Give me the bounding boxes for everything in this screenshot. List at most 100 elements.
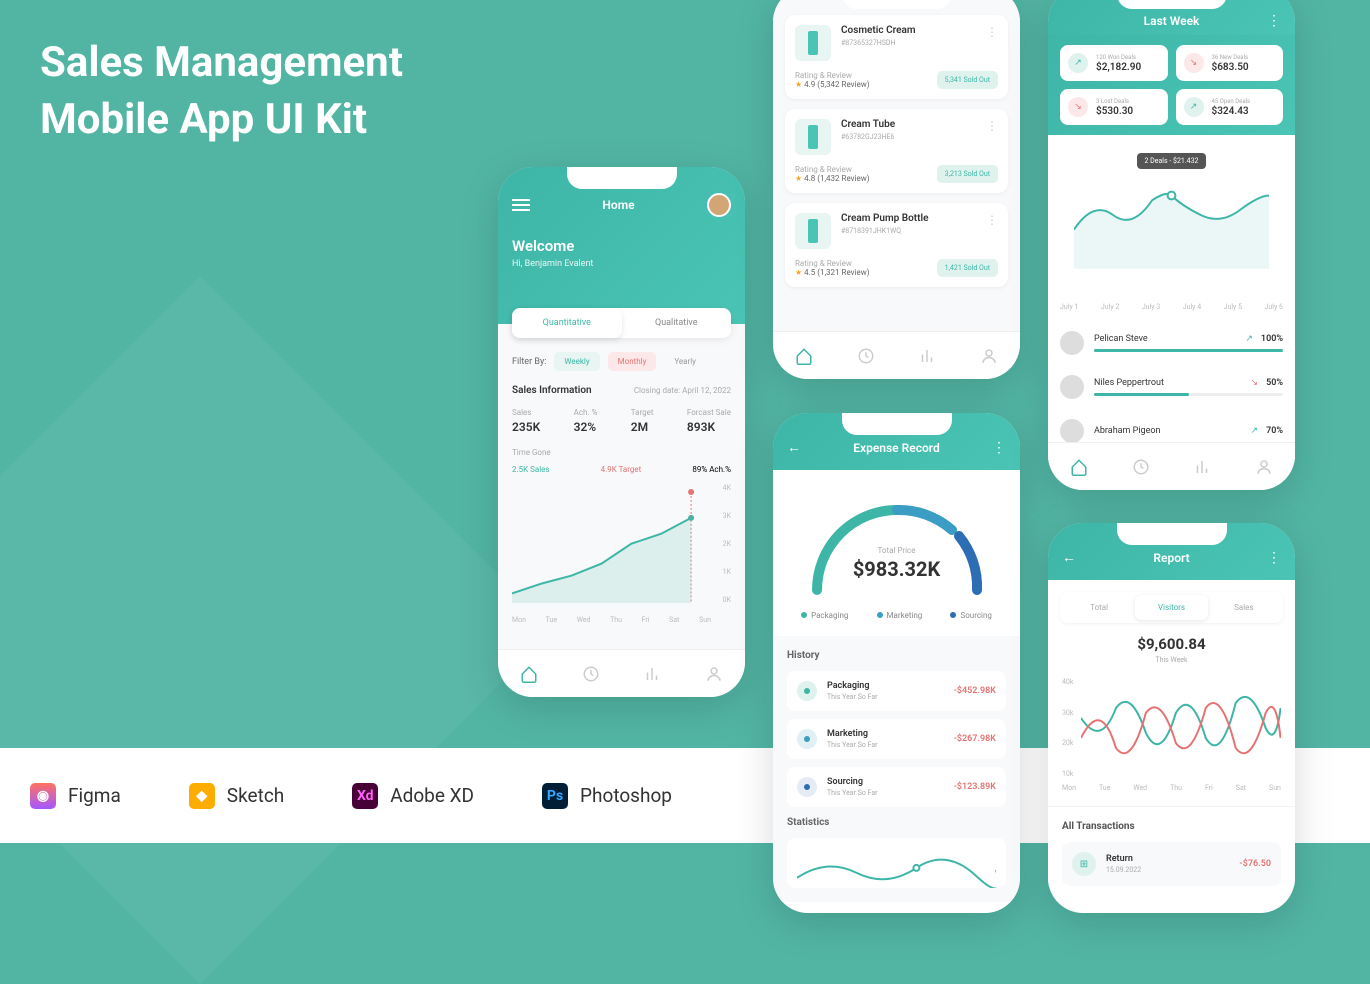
tab-quantitative[interactable]: Quantitative [512,308,622,338]
progress-target: 4.9K Target [601,465,642,474]
chart-icon[interactable] [918,347,936,365]
deal-label: 3 Lost Deals [1096,98,1133,105]
person-row[interactable]: Niles Peppertrout↘50% [1060,365,1283,409]
tool-xd: XdAdobe XD [352,783,474,809]
deal-label: 45 Open Deals [1212,98,1251,105]
history-item[interactable]: PackagingThis Year So Far-$452.98K [787,671,1006,711]
filter-label: Filter By: [512,357,546,367]
user-icon[interactable] [980,347,998,365]
chart-icon[interactable] [1193,458,1211,476]
person-pct: 100% [1261,334,1283,344]
time-gone-label: Time Gone [512,448,731,457]
history-amount: -$267.98K [954,734,996,744]
phone-deals: Last Week ⋮ ↗120 Won Deals$2,182.90 ↘36 … [1048,0,1295,490]
bottom-nav [498,649,745,697]
trans-amount: -$76.50 [1239,859,1271,869]
history-item[interactable]: SourcingThis Year So Far-$123.89K [787,767,1006,807]
trans-label: All Transactions [1062,821,1281,832]
tool-sketch: ◆Sketch [189,783,284,809]
filter-weekly[interactable]: Weekly [554,352,599,371]
person-avatar [1060,331,1084,355]
report-value: $9,600.84 [1062,635,1281,653]
product-name: Cosmetic Cream [841,25,916,36]
arrow-down-icon: ↘ [1068,97,1088,117]
tab-visitors[interactable]: Visitors [1135,595,1207,620]
more-icon[interactable]: ⋮ [1267,13,1281,29]
tab-sales[interactable]: Sales [1208,595,1280,620]
chart-icon[interactable] [643,665,661,683]
tab-total[interactable]: Total [1063,595,1135,620]
home-icon[interactable] [1070,458,1088,476]
return-icon: ⊞ [1072,852,1096,876]
filter-monthly[interactable]: Monthly [608,352,657,371]
stat-label: Target [631,408,654,417]
product-card[interactable]: Cosmetic Cream#87365327HSDH⋮ Rating & Re… [785,15,1008,99]
deal-card[interactable]: ↘36 New Deals$683.50 [1176,45,1284,81]
expense-header: ← Expense Record ⋮ [773,413,1020,470]
rating-text: Rating & Review★ 4.9 (5,342 Review) [795,71,870,89]
stat-value: 32% [574,420,598,434]
user-icon[interactable] [705,665,723,683]
clock-icon[interactable] [1132,458,1150,476]
person-avatar [1060,419,1084,443]
product-name: Cream Tube [841,119,895,130]
page-title: Report [1153,551,1189,565]
deal-card[interactable]: ↗45 Open Deals$324.43 [1176,89,1284,125]
stat-value: 2M [631,420,654,434]
deal-value: $683.50 [1212,62,1249,73]
history-name: Marketing [827,729,944,739]
deal-value: $530.30 [1096,106,1133,117]
avatar[interactable] [707,193,731,217]
deal-label: 120 Won Deals [1096,54,1141,61]
deal-card[interactable]: ↗120 Won Deals$2,182.90 [1060,45,1168,81]
person-pct: 50% [1266,378,1283,388]
product-image [795,119,831,155]
arrow-up-icon: ↗ [1068,53,1088,73]
welcome-text: Welcome [512,237,731,255]
arrow-up-icon: ↗ [1184,97,1204,117]
product-card[interactable]: Cream Pump Bottle#8718391JHK1WQ⋮ Rating … [785,203,1008,287]
arrow-up-icon: ↗ [1245,334,1253,344]
home-header: Home Welcome Hi, Benjamin Evalent Quanti… [498,167,745,324]
greeting-text: Hi, Benjamin Evalent [512,259,731,269]
history-sub: This Year So Far [827,693,944,701]
trans-item[interactable]: ⊞ Return15.09.2022 -$76.50 [1062,842,1281,886]
person-row[interactable]: Pelican Steve ↗ 100% [1060,321,1283,365]
rating-text: Rating & Review★ 4.8 (1,432 Review) [795,165,870,183]
sketch-icon: ◆ [189,783,215,809]
page-title: Home [602,198,634,212]
back-icon[interactable]: ← [787,439,801,456]
clock-icon[interactable] [857,347,875,365]
person-name: Pelican Steve [1094,334,1237,344]
stat-label: Ach. % [574,408,598,417]
filter-yearly[interactable]: Yearly [664,352,706,371]
back-icon[interactable]: ← [1062,549,1076,566]
home-icon[interactable] [795,347,813,365]
product-name: Cream Pump Bottle [841,213,928,224]
more-dots-icon[interactable]: ⋮ [986,25,998,61]
deal-card[interactable]: ↘ 3 Lost Deals$530.30 [1060,89,1168,125]
clock-icon[interactable] [582,665,600,683]
stat-value: 235K [512,420,540,434]
history-sub: This Year So Far [827,741,944,749]
product-card[interactable]: Cream Tube#63782GJ23HE6⋮ Rating & Review… [785,109,1008,193]
xd-icon: Xd [352,783,378,809]
history-item[interactable]: Marketing This Year So Far -$267.98K [787,719,1006,759]
legend-item: Sourcing [950,611,991,620]
tab-qualitative[interactable]: Qualitative [622,308,732,338]
progress-ach: 89% Ach.% [692,465,731,474]
bottom-nav [1048,442,1295,490]
trans-name: Return [1106,854,1141,864]
more-icon[interactable]: ⋮ [1267,550,1281,566]
home-icon[interactable] [520,665,538,683]
stat-label: Forcast Sale [687,408,731,417]
more-dots-icon[interactable]: ⋮ [986,119,998,155]
more-dots-icon[interactable]: ⋮ [986,213,998,249]
history-sub: This Year So Far [827,789,944,797]
sales-info-label: Sales Information [512,385,592,396]
user-icon[interactable] [1255,458,1273,476]
more-icon[interactable]: ⋮ [992,440,1006,456]
deal-label: 36 New Deals [1212,54,1249,61]
menu-icon[interactable] [512,196,530,214]
closing-date: Closing date: April 12, 2022 [634,386,731,395]
